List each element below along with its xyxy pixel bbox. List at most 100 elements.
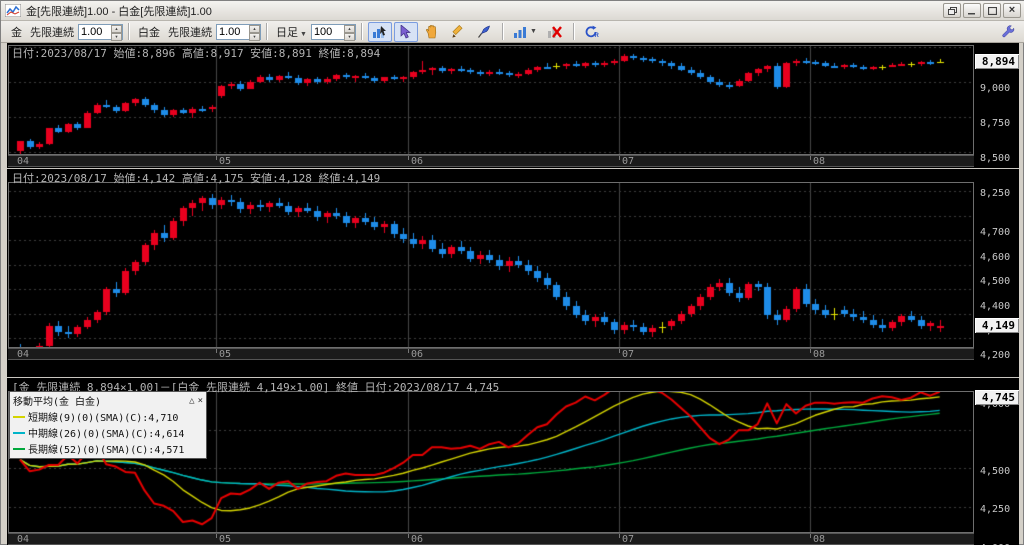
legend-close-button[interactable]: × bbox=[198, 396, 203, 406]
month-tick bbox=[619, 534, 620, 538]
legend-item-short: 短期線(9)(0)(SMA)(C):4,710 bbox=[13, 409, 203, 424]
platinum-symbol-label: 白金 bbox=[138, 26, 160, 39]
month-tick bbox=[810, 349, 811, 353]
platinum-price-badge: 4,149 bbox=[975, 318, 1019, 333]
x-axis-label: 05 bbox=[219, 534, 232, 545]
toolbar-separator bbox=[501, 23, 503, 40]
refresh-icon: R bbox=[586, 25, 600, 39]
gold-symbol-label: 金 bbox=[11, 26, 22, 39]
annotation-pen-tool-button[interactable] bbox=[472, 22, 496, 42]
platinum-series-label: 先限連続 bbox=[168, 26, 212, 39]
month-tick bbox=[408, 534, 409, 538]
gold-factor-up-button[interactable]: ▲ bbox=[111, 24, 122, 33]
long-ma-swatch bbox=[13, 447, 25, 450]
platinum-x-axis: 04 05 06 07 08 bbox=[8, 348, 974, 360]
svg-text:R: R bbox=[595, 33, 600, 39]
x-axis-label: 04 bbox=[17, 349, 30, 360]
chart-cursor-tool-button[interactable] bbox=[367, 21, 392, 42]
platinum-ohlc-info: 日付:2023/08/17 始値:4,142 高値:4,175 安値:4,128… bbox=[12, 172, 381, 185]
toolbar-separator bbox=[128, 23, 129, 40]
period-select[interactable]: 日足 ▼ bbox=[276, 24, 307, 40]
pencil-icon bbox=[452, 24, 463, 38]
maximize-button[interactable] bbox=[983, 3, 1001, 18]
x-axis-label: 08 bbox=[813, 534, 826, 545]
y-axis-tick: 4,250 bbox=[980, 504, 1011, 515]
x-axis-label: 05 bbox=[219, 156, 232, 167]
month-tick bbox=[810, 156, 811, 160]
restore-window-button[interactable] bbox=[943, 3, 961, 18]
gold-ohlc-info: 日付:2023/08/17 始値:8,896 高値:8,917 安値:8,891… bbox=[12, 47, 381, 60]
platinum-factor-spinner: ▲▼ bbox=[216, 23, 261, 41]
y-axis-tick: 8,250 bbox=[980, 188, 1011, 199]
wrench-icon bbox=[1002, 24, 1015, 37]
y-axis-tick: 4,700 bbox=[980, 227, 1011, 238]
panel-divider[interactable] bbox=[7, 377, 1019, 378]
x-axis-label: 07 bbox=[622, 534, 635, 545]
mid-ma-swatch bbox=[13, 431, 25, 434]
platinum-factor-up-button[interactable]: ▲ bbox=[249, 24, 260, 33]
month-tick bbox=[408, 349, 409, 353]
month-tick bbox=[810, 534, 811, 538]
y-axis-tick: 8,750 bbox=[980, 118, 1011, 129]
y-axis-tick: 4,200 bbox=[980, 350, 1011, 361]
gold-factor-down-button[interactable]: ▼ bbox=[111, 32, 122, 41]
short-ma-swatch bbox=[13, 415, 25, 418]
settings-button[interactable] bbox=[997, 22, 1019, 42]
minimize-button[interactable] bbox=[963, 3, 981, 18]
x-axis-label: 07 bbox=[622, 156, 635, 167]
y-axis-tick: 8,500 bbox=[980, 153, 1011, 164]
remove-indicator-button[interactable] bbox=[543, 22, 567, 42]
gold-chart-canvas[interactable] bbox=[9, 46, 973, 154]
month-tick bbox=[619, 156, 620, 160]
refresh-button[interactable]: R bbox=[580, 22, 604, 42]
legend-title: 移動平均(金 白金) bbox=[13, 397, 102, 408]
fountain-pen-icon bbox=[477, 25, 490, 38]
gold-x-axis: 04 05 06 07 08 bbox=[8, 155, 974, 167]
spread-value-badge: 4,745 bbox=[975, 390, 1019, 405]
bar-count-down-button[interactable]: ▼ bbox=[343, 32, 355, 41]
chart-type-button[interactable]: ▼ bbox=[509, 22, 541, 42]
x-axis-label: 06 bbox=[411, 156, 424, 167]
bar-chart-icon bbox=[513, 26, 526, 38]
y-axis-tick: 4,500 bbox=[980, 466, 1011, 477]
x-axis-label: 08 bbox=[813, 156, 826, 167]
chart-area: 日付:2023/08/17 始値:8,896 高値:8,917 安値:8,891… bbox=[7, 43, 1019, 545]
select-arrow-icon bbox=[401, 24, 412, 38]
draw-line-tool-button[interactable] bbox=[446, 22, 470, 42]
moving-average-legend: 移動平均(金 白金) △ × 短期線(9)(0)(SMA)(C):4,710 中… bbox=[9, 391, 207, 459]
toolbar-separator bbox=[266, 23, 267, 40]
hand-icon bbox=[425, 24, 437, 38]
x-axis-label: 06 bbox=[411, 534, 424, 545]
platinum-factor-input[interactable] bbox=[217, 24, 249, 39]
y-axis-tick: 4,500 bbox=[980, 276, 1011, 287]
y-axis-tick: 4,400 bbox=[980, 301, 1011, 312]
x-axis-label: 04 bbox=[17, 534, 30, 545]
platinum-panel bbox=[8, 182, 974, 348]
month-tick bbox=[216, 534, 217, 538]
x-axis-label: 07 bbox=[622, 349, 635, 360]
pan-tool-button[interactable] bbox=[420, 22, 444, 42]
x-axis-label: 05 bbox=[219, 349, 232, 360]
panel-divider[interactable] bbox=[7, 168, 1019, 169]
close-button[interactable]: × bbox=[1003, 3, 1021, 18]
gold-series-label: 先限連続 bbox=[30, 26, 74, 39]
bar-count-up-button[interactable]: ▲ bbox=[343, 24, 355, 33]
toolbar-separator bbox=[572, 23, 574, 40]
toolbar-separator bbox=[360, 23, 362, 40]
platinum-factor-down-button[interactable]: ▼ bbox=[249, 32, 260, 41]
app-window: 金[先限連続]1.00 - 白金[先限連続]1.00 × 金 先限連続 ▲▼ 白… bbox=[0, 0, 1024, 545]
spread-x-axis: 04 05 06 07 08 bbox=[8, 533, 974, 545]
x-axis-label: 08 bbox=[813, 349, 826, 360]
legend-minimize-button[interactable]: △ bbox=[189, 396, 194, 406]
gold-price-badge: 8,894 bbox=[975, 54, 1019, 69]
legend-item-mid: 中期線(26)(0)(SMA)(C):4,614 bbox=[13, 425, 203, 440]
select-tool-button[interactable] bbox=[393, 21, 418, 42]
bar-count-spinner: ▲▼ bbox=[310, 23, 356, 41]
y-axis-tick: 9,000 bbox=[980, 83, 1011, 94]
title-bar[interactable]: 金[先限連続]1.00 - 白金[先限連続]1.00 × bbox=[1, 1, 1024, 21]
toolbar: 金 先限連続 ▲▼ 白金 先限連続 ▲▼ 日足▼ ▲▼ bbox=[1, 21, 1024, 43]
platinum-chart-canvas[interactable] bbox=[9, 183, 973, 347]
bar-count-input[interactable] bbox=[311, 24, 344, 39]
gold-factor-input[interactable] bbox=[79, 24, 111, 39]
delete-chart-icon bbox=[547, 25, 562, 38]
